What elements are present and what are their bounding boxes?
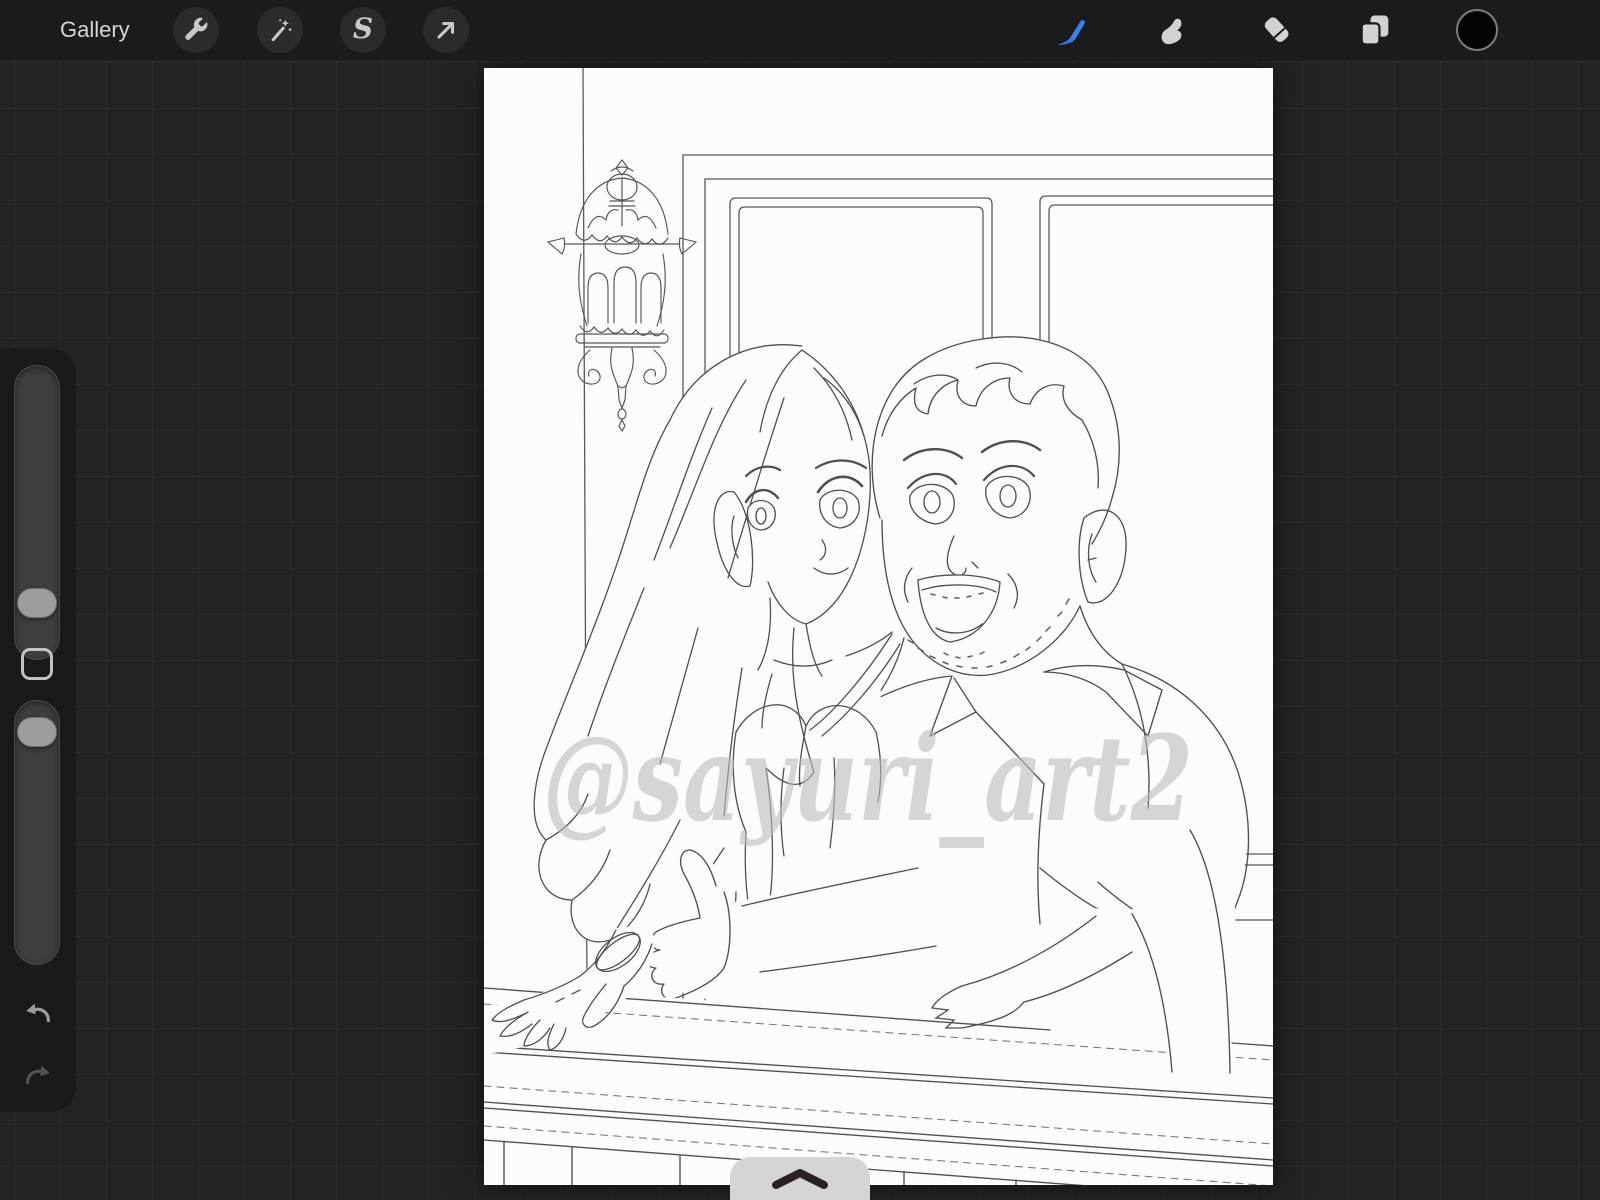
transform-arrow-icon (432, 16, 460, 44)
paint-tool-button[interactable] (1049, 7, 1095, 53)
undo-arrow-icon (21, 997, 55, 1031)
layers-icon (1355, 10, 1395, 50)
eraser-icon (1257, 10, 1297, 50)
lantern (546, 159, 698, 433)
modify-button[interactable] (21, 648, 53, 680)
app-window: Gallery S @sayuri_art2 (0, 0, 1600, 1200)
top-toolbar: Gallery S (0, 0, 1600, 60)
selection-button[interactable]: S (340, 7, 386, 53)
smudge-tool-button[interactable] (1151, 7, 1197, 53)
layers-button[interactable] (1352, 7, 1398, 53)
brush-sidebar (0, 348, 76, 1112)
drawing-canvas[interactable]: @sayuri_art2 (484, 68, 1273, 1185)
brush-size-slider[interactable] (14, 365, 60, 660)
brush-size-thumb[interactable] (17, 588, 57, 618)
brush-icon (1052, 10, 1092, 50)
redo-arrow-icon (21, 1059, 55, 1093)
undo-button[interactable] (20, 996, 56, 1032)
brush-opacity-slider[interactable] (14, 700, 60, 965)
watermark-text: @sayuri_art2 (543, 709, 1193, 848)
brush-opacity-thumb[interactable] (17, 717, 57, 747)
adjustments-button[interactable] (257, 7, 303, 53)
selection-s-icon: S (352, 12, 374, 45)
redo-button[interactable] (20, 1058, 56, 1094)
wrench-icon (182, 16, 210, 44)
color-swatch[interactable] (1456, 9, 1498, 51)
erase-tool-button[interactable] (1254, 7, 1300, 53)
transform-button[interactable] (423, 7, 469, 53)
gallery-button[interactable]: Gallery (60, 0, 130, 60)
magic-wand-icon (266, 16, 294, 44)
actions-button[interactable] (173, 7, 219, 53)
bottom-pull-handle[interactable] (730, 1157, 870, 1200)
line-art-illustration: @sayuri_art2 (484, 68, 1273, 1185)
smudge-icon (1154, 10, 1194, 50)
chevron-up-icon (768, 1168, 832, 1190)
